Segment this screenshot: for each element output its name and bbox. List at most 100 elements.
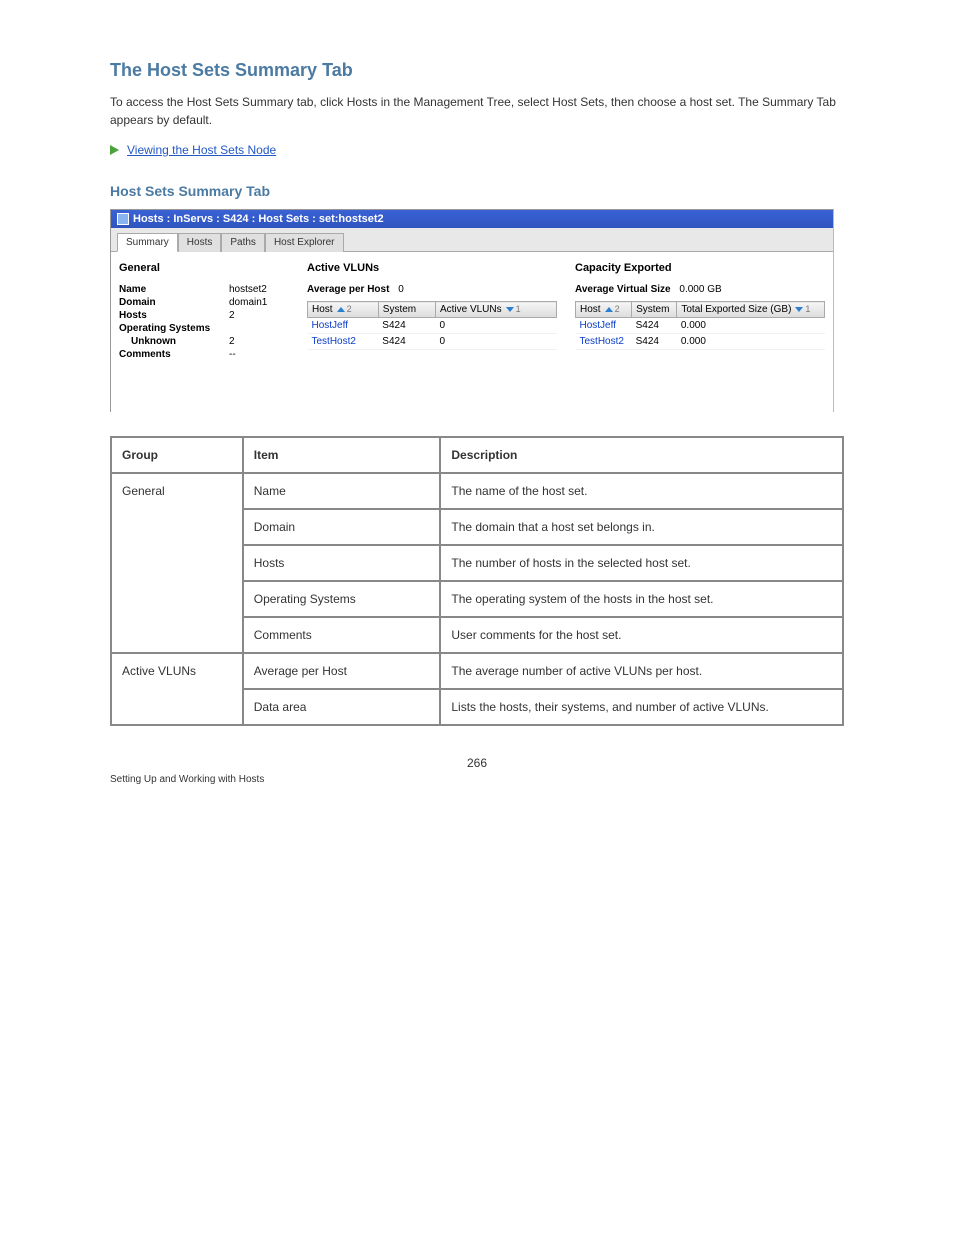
col-active[interactable]: Active VLUNs 1 (435, 302, 556, 318)
table-row[interactable]: HostJeff S424 0 (308, 318, 557, 334)
general-header: General (119, 262, 289, 274)
defs-item: Domain (243, 509, 441, 545)
table-row[interactable]: TestHost2 S424 0.000 (576, 334, 825, 350)
table-row: General Name The name of the host set. (111, 473, 843, 509)
vluns-table: Host 2 System Active VLUNs 1 HostJeff S424… (307, 301, 557, 350)
value-os (229, 323, 289, 334)
defs-col-item: Item (243, 437, 441, 473)
col-active-label: Active VLUNs (440, 304, 502, 315)
general-hosts: Hosts 2 (119, 310, 289, 321)
defs-item: Hosts (243, 545, 441, 581)
defs-item: Operating Systems (243, 581, 441, 617)
sort-index: 1 (805, 304, 810, 314)
table-row: Active VLUNs Average per Host The averag… (111, 653, 843, 689)
label-hosts: Hosts (119, 310, 229, 321)
cell-active: 0 (435, 334, 556, 350)
cell-host[interactable]: HostJeff (308, 318, 379, 334)
col-total-label: Total Exported Size (GB) (681, 304, 791, 315)
label-unknown: Unknown (119, 336, 229, 347)
capacity-average: Average Virtual Size 0.000 GB (575, 284, 825, 295)
defs-item: Data area (243, 689, 441, 725)
arrow-right-icon (110, 145, 119, 155)
label-domain: Domain (119, 297, 229, 308)
footer-section: Setting Up and Working with Hosts (110, 774, 844, 785)
tab-host-explorer[interactable]: Host Explorer (265, 233, 344, 252)
defs-desc: The domain that a host set belongs in. (440, 509, 843, 545)
vluns-average: Average per Host 0 (307, 284, 557, 295)
capacity-average-value: 0.000 GB (679, 284, 721, 295)
general-comments: Comments -- (119, 349, 289, 360)
value-domain: domain1 (229, 297, 289, 308)
cell-system: S424 (378, 318, 435, 334)
window-icon (117, 213, 129, 225)
capacity-table: Host 2 System Total Exported Size (GB) 1 H… (575, 301, 825, 350)
definitions-table: Group Item Description General Name The … (110, 436, 844, 726)
cell-system: S424 (632, 318, 677, 334)
capacity-header: Capacity Exported (575, 262, 825, 274)
table-row[interactable]: TestHost2 S424 0 (308, 334, 557, 350)
defs-desc: The operating system of the hosts in the… (440, 581, 843, 617)
defs-desc: Lists the hosts, their systems, and numb… (440, 689, 843, 725)
figure-title: Host Sets Summary Tab (110, 183, 844, 199)
general-os: Operating Systems (119, 323, 289, 334)
general-unknown: Unknown 2 (119, 336, 289, 347)
sort-down-icon (791, 304, 803, 315)
defs-desc: The number of hosts in the selected host… (440, 545, 843, 581)
sort-up-icon (601, 304, 613, 315)
related-link[interactable]: Viewing the Host Sets Node (127, 143, 276, 157)
cell-system: S424 (632, 334, 677, 350)
tab-summary[interactable]: Summary (117, 233, 178, 252)
col-host[interactable]: Host 2 (576, 302, 632, 318)
defs-group: Active VLUNs (111, 653, 243, 725)
value-name: hostset2 (229, 284, 289, 295)
screenshot-panel: Hosts : InServs : S424 : Host Sets : set… (110, 209, 834, 412)
defs-item: Name (243, 473, 441, 509)
vluns-header: Active VLUNs (307, 262, 557, 274)
general-column: General Name hostset2 Domain domain1 Hos… (119, 262, 289, 362)
sort-index: 2 (347, 304, 352, 314)
page-number: 266 (110, 756, 844, 770)
col-host-label: Host (580, 304, 601, 315)
panel-body: General Name hostset2 Domain domain1 Hos… (111, 252, 833, 412)
general-domain: Domain domain1 (119, 297, 289, 308)
sort-down-icon (502, 304, 514, 315)
table-header-row: Host 2 System Total Exported Size (GB) 1 (576, 302, 825, 318)
cell-active: 0 (435, 318, 556, 334)
vluns-column: Active VLUNs Average per Host 0 Host 2 Sy… (307, 262, 557, 362)
window-titlebar: Hosts : InServs : S424 : Host Sets : set… (111, 210, 833, 228)
cell-total: 0.000 (677, 318, 825, 334)
value-comments: -- (229, 349, 289, 360)
sort-index: 1 (516, 304, 521, 314)
general-name: Name hostset2 (119, 284, 289, 295)
tab-hosts[interactable]: Hosts (178, 233, 222, 252)
cell-host[interactable]: TestHost2 (576, 334, 632, 350)
col-system[interactable]: System (632, 302, 677, 318)
col-total[interactable]: Total Exported Size (GB) 1 (677, 302, 825, 318)
tab-bar: Summary Hosts Paths Host Explorer (111, 228, 833, 252)
defs-group: General (111, 473, 243, 653)
defs-item: Average per Host (243, 653, 441, 689)
table-header-row: Host 2 System Active VLUNs 1 (308, 302, 557, 318)
value-unknown: 2 (229, 336, 289, 347)
defs-item: Comments (243, 617, 441, 653)
cell-host[interactable]: TestHost2 (308, 334, 379, 350)
sort-index: 2 (615, 304, 620, 314)
table-row[interactable]: HostJeff S424 0.000 (576, 318, 825, 334)
section-title: The Host Sets Summary Tab (110, 60, 844, 81)
window-title-text: Hosts : InServs : S424 : Host Sets : set… (133, 213, 384, 225)
cell-total: 0.000 (677, 334, 825, 350)
defs-col-description: Description (440, 437, 843, 473)
col-host-label: Host (312, 304, 333, 315)
defs-desc: The average number of active VLUNs per h… (440, 653, 843, 689)
label-name: Name (119, 284, 229, 295)
col-host[interactable]: Host 2 (308, 302, 379, 318)
vluns-average-label: Average per Host (307, 284, 389, 295)
intro-paragraph: To access the Host Sets Summary tab, cli… (110, 93, 844, 129)
col-system[interactable]: System (378, 302, 435, 318)
defs-desc: The name of the host set. (440, 473, 843, 509)
cell-host[interactable]: HostJeff (576, 318, 632, 334)
value-hosts: 2 (229, 310, 289, 321)
capacity-column: Capacity Exported Average Virtual Size 0… (575, 262, 825, 362)
cell-system: S424 (378, 334, 435, 350)
tab-paths[interactable]: Paths (221, 233, 265, 252)
